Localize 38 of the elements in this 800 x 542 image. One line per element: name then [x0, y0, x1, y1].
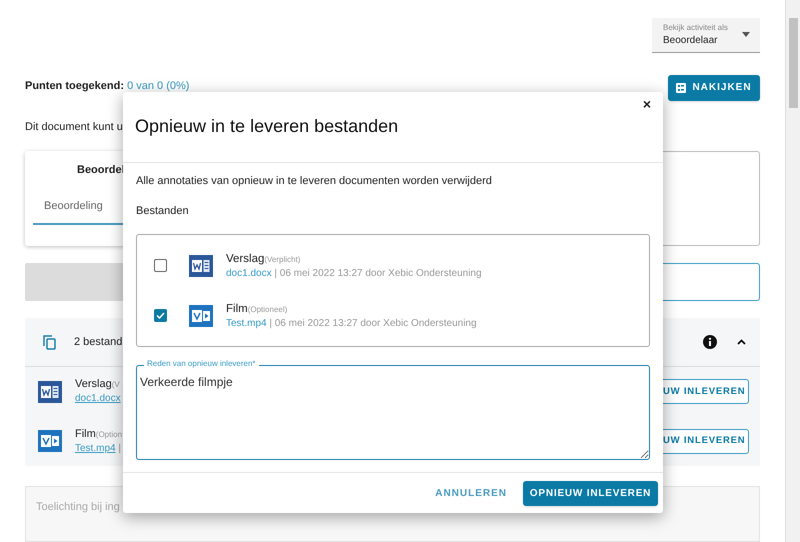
- dropdown-label: Bekijk activiteit als: [663, 22, 728, 34]
- view-as-dropdown[interactable]: Bekijk activiteit als Beoordelaar: [652, 18, 760, 53]
- document-icon: [189, 254, 213, 276]
- info-icon[interactable]: [703, 335, 717, 350]
- points-text: Punten toegekend: 0 van 0 (0%): [25, 78, 190, 94]
- file-link[interactable]: Test.mp4: [226, 318, 267, 328]
- file-link[interactable]: doc1.docx: [75, 393, 121, 404]
- list-icon: [676, 82, 686, 93]
- resubmit-button[interactable]: UW INLEVEREN: [663, 379, 749, 404]
- file-link[interactable]: doc1.docx: [226, 268, 272, 278]
- submit-button[interactable]: OPNIEUW INLEVEREN: [523, 480, 658, 506]
- checkbox[interactable]: [154, 309, 167, 322]
- video-file-icon: [38, 430, 62, 452]
- files-label: Bestanden: [136, 204, 190, 218]
- file-link[interactable]: Test.mp4: [75, 442, 116, 454]
- close-button[interactable]: ×: [639, 96, 655, 112]
- dropdown-value: Beoordelaar: [663, 34, 718, 48]
- file-meta: | 06 mei 2022 13:27 door Xebic Ondersteuning: [269, 318, 477, 328]
- dropdown-caret-icon: [742, 32, 750, 38]
- dialog-message: Alle annotaties van opnieuw in te leveren documenten worden verwijderd: [136, 174, 493, 188]
- grade-button[interactable]: NAKIJKEN: [668, 74, 760, 101]
- notice-text: Dit document kunt u: [25, 120, 123, 134]
- document-icon: [38, 380, 62, 403]
- file-meta: |: [118, 442, 121, 454]
- files-summary: 2 bestand: [74, 334, 122, 350]
- file-name: Film(Option: [75, 426, 123, 442]
- checkbox[interactable]: [154, 259, 167, 272]
- file-name: Verslag(Verplicht): [226, 252, 302, 266]
- file-name: Verslag(V: [75, 377, 121, 392]
- file-meta: | 06 mei 2022 13:27 door Xebic Ondersteuning: [274, 268, 482, 278]
- video-file-icon: [189, 304, 213, 326]
- resubmit-button[interactable]: UW INLEVEREN: [663, 428, 749, 454]
- dialog-title: Opnieuw in te leveren bestanden: [135, 115, 398, 138]
- chevron-up-icon[interactable]: [737, 339, 746, 346]
- file-name: Film(Optioneel): [226, 302, 288, 316]
- scrollbar[interactable]: [785, 0, 800, 542]
- field-label: Reden van opnieuw inleveren*: [144, 359, 259, 369]
- copy-icon: [43, 334, 56, 350]
